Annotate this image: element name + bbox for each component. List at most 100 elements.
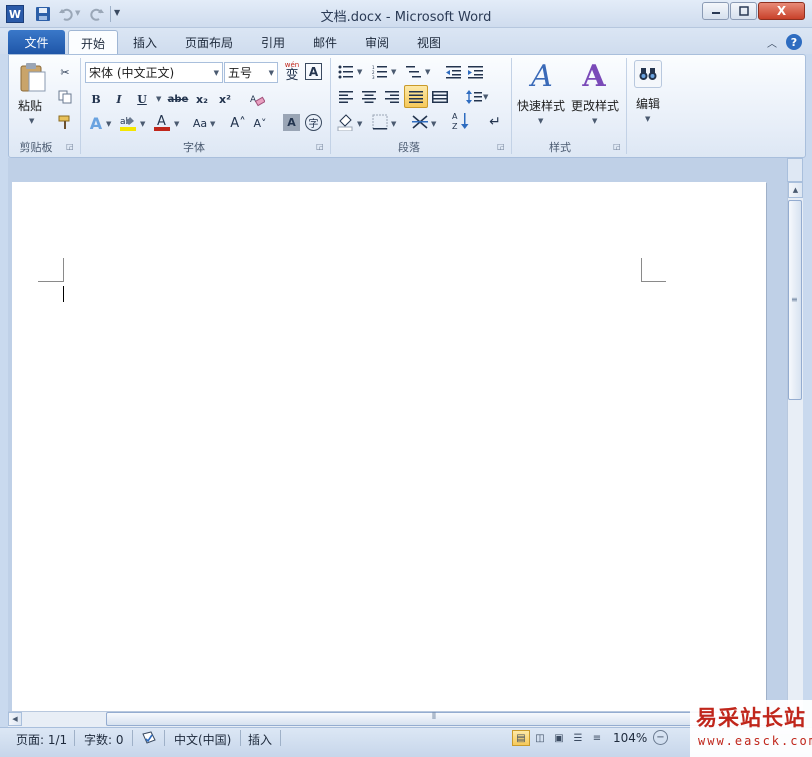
minimize-ribbon-icon[interactable]: ︿ <box>764 34 780 50</box>
document-page[interactable] <box>12 182 766 712</box>
paste-dropdown-icon[interactable]: ▼ <box>29 117 34 125</box>
scroll-up-icon[interactable]: ▲ <box>788 182 803 198</box>
numbering-icon[interactable]: 123 <box>370 62 390 82</box>
shading-dropdown-icon[interactable]: ▼ <box>357 120 362 128</box>
format-painter-icon[interactable] <box>55 112 75 132</box>
maximize-button[interactable] <box>730 2 757 20</box>
save-icon[interactable] <box>34 5 52 23</box>
phonetic-guide-icon[interactable]: wén 变 <box>281 60 303 84</box>
web-layout-icon[interactable]: ▣ <box>550 730 568 746</box>
font-size-combo[interactable]: 五号 ▼ <box>224 62 278 83</box>
outline-view-icon[interactable]: ☰ <box>569 730 587 746</box>
draft-view-icon[interactable]: ≡ <box>588 730 606 746</box>
paragraph-launcher-icon[interactable]: ◲ <box>497 142 505 151</box>
align-right-icon[interactable] <box>382 87 402 107</box>
editing-dropdown-icon[interactable]: ▼ <box>645 115 650 123</box>
text-effects-dropdown-icon[interactable]: ▼ <box>106 120 111 128</box>
proofing-icon[interactable] <box>140 729 158 747</box>
change-styles-label[interactable]: 更改样式 <box>571 97 619 114</box>
close-button[interactable]: X <box>758 2 805 20</box>
quick-styles-label[interactable]: 快速样式 <box>517 97 565 114</box>
paste-icon[interactable] <box>18 60 48 94</box>
help-icon[interactable]: ? <box>786 34 802 50</box>
bullets-icon[interactable] <box>336 62 356 82</box>
strikethrough-icon[interactable]: abe <box>166 89 190 109</box>
line-spacing-dropdown-icon[interactable]: ▼ <box>483 93 488 101</box>
quick-styles-dropdown-icon[interactable]: ▼ <box>538 117 543 125</box>
editing-label[interactable]: 编辑 <box>636 95 660 112</box>
change-styles-icon[interactable]: A <box>576 56 612 96</box>
justify-icon[interactable] <box>404 85 428 108</box>
copy-icon[interactable] <box>55 87 75 107</box>
multilevel-list-icon[interactable] <box>404 62 424 82</box>
grow-font-icon[interactable]: A˄ <box>227 113 249 133</box>
customize-qat-icon[interactable]: ▼ <box>114 8 120 17</box>
show-formatting-marks-icon[interactable]: ↵ <box>485 112 505 132</box>
scroll-left-icon[interactable]: ◀ <box>8 712 22 726</box>
zoom-level[interactable]: 104% <box>613 731 647 745</box>
text-highlight-icon[interactable]: ab <box>118 112 138 132</box>
ruler-toggle-icon[interactable] <box>787 158 803 182</box>
increase-indent-icon[interactable] <box>466 62 486 82</box>
multilevel-dropdown-icon[interactable]: ▼ <box>425 68 430 76</box>
bold-icon[interactable]: B <box>86 89 106 109</box>
word-app-icon[interactable]: W <box>6 5 24 23</box>
font-color-icon[interactable]: A <box>152 112 172 132</box>
chinese-layout-icon[interactable] <box>410 112 430 132</box>
superscript-icon[interactable]: x² <box>215 89 235 109</box>
tab-references[interactable]: 引用 <box>250 30 296 54</box>
text-effects-icon[interactable]: A <box>86 113 106 133</box>
undo-icon[interactable] <box>57 5 75 23</box>
tab-review[interactable]: 审阅 <box>354 30 400 54</box>
redo-icon[interactable] <box>88 5 106 23</box>
sort-icon[interactable]: AZ <box>451 111 471 131</box>
tab-home[interactable]: 开始 <box>68 30 118 55</box>
full-screen-reading-icon[interactable]: ◫ <box>531 730 549 746</box>
underline-icon[interactable]: U <box>132 89 152 109</box>
tab-file[interactable]: 文件 <box>8 30 65 54</box>
find-binoculars-icon[interactable] <box>634 60 662 88</box>
italic-icon[interactable]: I <box>109 89 129 109</box>
change-styles-dropdown-icon[interactable]: ▼ <box>592 117 597 125</box>
highlight-dropdown-icon[interactable]: ▼ <box>140 120 145 128</box>
chinese-layout-dropdown-icon[interactable]: ▼ <box>431 120 436 128</box>
font-size-dropdown-icon[interactable]: ▼ <box>269 69 274 77</box>
font-launcher-icon[interactable]: ◲ <box>316 142 324 151</box>
tab-insert[interactable]: 插入 <box>122 30 168 54</box>
tab-view[interactable]: 视图 <box>406 30 452 54</box>
decrease-indent-icon[interactable] <box>444 62 464 82</box>
font-color-dropdown-icon[interactable]: ▼ <box>174 120 179 128</box>
shading-icon[interactable] <box>336 112 356 132</box>
language-status[interactable]: 中文(中国) <box>174 731 231 748</box>
tab-mailings[interactable]: 邮件 <box>302 30 348 54</box>
character-shading-icon[interactable]: A <box>283 114 300 131</box>
clear-formatting-icon[interactable]: A <box>247 89 267 109</box>
font-name-combo[interactable]: 宋体 (中文正文) ▼ <box>85 62 223 83</box>
change-case-dropdown-icon[interactable]: ▼ <box>210 120 215 128</box>
enclose-characters-icon[interactable]: 字 <box>305 114 322 131</box>
bullets-dropdown-icon[interactable]: ▼ <box>357 68 362 76</box>
character-border-icon[interactable]: A <box>305 63 322 80</box>
print-layout-view-icon[interactable]: ▤ <box>512 730 530 746</box>
font-name-dropdown-icon[interactable]: ▼ <box>214 69 219 77</box>
paste-label[interactable]: 粘贴 <box>18 97 42 114</box>
subscript-icon[interactable]: x₂ <box>192 89 212 109</box>
cut-icon[interactable]: ✂ <box>55 62 75 82</box>
numbering-dropdown-icon[interactable]: ▼ <box>391 68 396 76</box>
clipboard-launcher-icon[interactable]: ◲ <box>66 142 74 151</box>
zoom-out-icon[interactable]: − <box>653 730 668 745</box>
align-left-icon[interactable] <box>336 87 356 107</box>
align-center-icon[interactable] <box>359 87 379 107</box>
styles-launcher-icon[interactable]: ◲ <box>613 142 621 151</box>
quick-styles-icon[interactable]: A <box>524 56 560 96</box>
distributed-icon[interactable] <box>430 87 450 107</box>
borders-dropdown-icon[interactable]: ▼ <box>391 120 396 128</box>
underline-dropdown-icon[interactable]: ▼ <box>156 95 161 103</box>
horizontal-scroll-thumb[interactable] <box>106 712 766 726</box>
minimize-button[interactable] <box>702 2 729 20</box>
word-count-status[interactable]: 字数: 0 <box>84 731 124 748</box>
insert-mode-status[interactable]: 插入 <box>248 731 272 748</box>
page-count-status[interactable]: 页面: 1/1 <box>16 731 67 748</box>
line-spacing-icon[interactable] <box>464 87 484 107</box>
borders-icon[interactable] <box>370 112 390 132</box>
